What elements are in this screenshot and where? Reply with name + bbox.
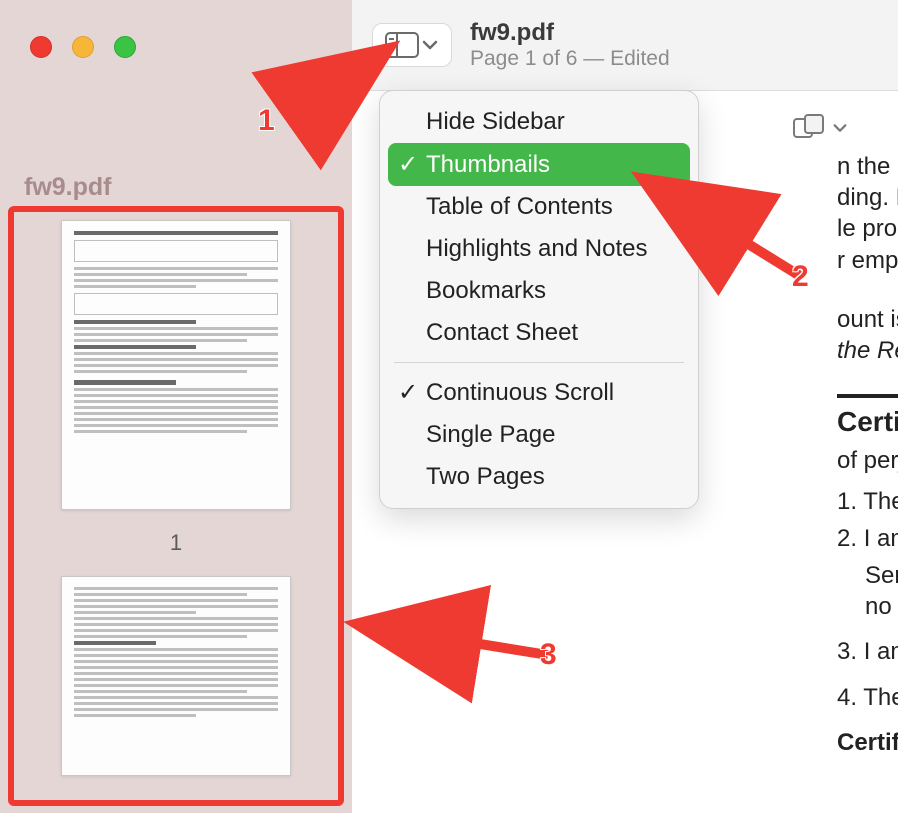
doc-para2-l1: ount is in more t: [837, 306, 898, 333]
annotation-number-3: 3: [540, 638, 557, 672]
check-icon: ✓: [398, 378, 418, 407]
menu-continuous-scroll[interactable]: ✓ Continuous Scroll: [380, 371, 698, 414]
menu-separator: [394, 362, 684, 363]
thumbnail-page-label: 1: [170, 530, 182, 556]
doc-sub-a: Service (IRS) that I am subjec: [865, 562, 898, 589]
document-subtitle: Page 1 of 6 — Edited: [470, 47, 670, 71]
annotation-number-1: 1: [258, 104, 275, 138]
menu-label: Contact Sheet: [426, 319, 578, 347]
fullscreen-window-button[interactable]: [114, 36, 136, 58]
doc-cert-item-3: I am a U.S. citizen or other U.: [837, 636, 898, 667]
menu-single-page[interactable]: Single Page: [380, 414, 698, 456]
menu-label: Single Page: [426, 421, 555, 449]
sidebar-icon: [385, 32, 419, 58]
doc-para1-l1: n the appropriate: [837, 153, 898, 180]
menu-label: Hide Sidebar: [426, 108, 565, 136]
document-text: n the appropriate ding. For individu le …: [837, 151, 898, 758]
sidebar-view-menu: Hide Sidebar ✓ Thumbnails Table of Conte…: [379, 90, 699, 509]
annotation-number-2: 2: [792, 260, 809, 294]
doc-cert-list-2: I am a U.S. citizen or other U. The FATC…: [837, 636, 898, 712]
chevron-down-icon: [832, 120, 848, 136]
chevron-down-icon: [421, 36, 439, 54]
doc-cert-instr-head: Certification instructions.: [837, 729, 898, 756]
close-window-button[interactable]: [30, 36, 52, 58]
menu-contact-sheet[interactable]: Contact Sheet: [380, 312, 698, 354]
doc-cert-item-1: The number shown on this fo: [837, 486, 898, 517]
menu-label: Bookmarks: [426, 277, 546, 305]
window-controls: [30, 36, 136, 58]
doc-para1-l2: ding. For individu: [837, 184, 898, 211]
menu-label: Highlights and Notes: [426, 235, 647, 263]
sidebar-filename: fw9.pdf: [24, 173, 112, 202]
sidebar: fw9.pdf 1: [0, 0, 352, 813]
document-title-block: fw9.pdf Page 1 of 6 — Edited: [470, 19, 670, 71]
menu-highlights-notes[interactable]: Highlights and Notes: [380, 228, 698, 270]
doc-cert-item-4: The FATCA code(s) entered o: [837, 682, 898, 713]
menu-thumbnails[interactable]: ✓ Thumbnails: [388, 143, 690, 186]
check-icon: ✓: [398, 150, 418, 179]
doc-cert-list: The number shown on this fo I am not sub…: [837, 486, 898, 554]
thumbnail-page-2[interactable]: [61, 576, 291, 776]
doc-para1-l3: le proprietor, o: [837, 215, 898, 242]
menu-label: Table of Contents: [426, 193, 613, 221]
menu-label: Continuous Scroll: [426, 379, 614, 407]
doc-part-heading: Certification: [837, 394, 898, 440]
shapes-icon: [792, 113, 826, 143]
doc-cert-intro: of perjury, I cer: [837, 447, 898, 474]
menu-bookmarks[interactable]: Bookmarks: [380, 270, 698, 312]
toolbar: fw9.pdf Page 1 of 6 — Edited: [352, 0, 898, 90]
markup-tool-button[interactable]: [792, 113, 848, 143]
sidebar-toggle-button[interactable]: [372, 23, 452, 67]
menu-hide-sidebar[interactable]: Hide Sidebar: [380, 101, 698, 143]
menu-label: Two Pages: [426, 463, 545, 491]
thumbnail-page-1[interactable]: [61, 220, 291, 510]
minimize-window-button[interactable]: [72, 36, 94, 58]
thumbnail-panel: 1: [8, 206, 344, 806]
document-title: fw9.pdf: [470, 19, 670, 47]
doc-para2-l2: the Requester: [837, 337, 898, 364]
menu-table-of-contents[interactable]: Table of Contents: [380, 186, 698, 228]
menu-two-pages[interactable]: Two Pages: [380, 456, 698, 498]
doc-para1-l4: r employer iden: [837, 247, 898, 274]
menu-label: Thumbnails: [426, 151, 550, 179]
doc-sub-b: no longer subject to backup v: [865, 593, 898, 620]
doc-cert-item-2: I am not subject to backup wi: [837, 523, 898, 554]
